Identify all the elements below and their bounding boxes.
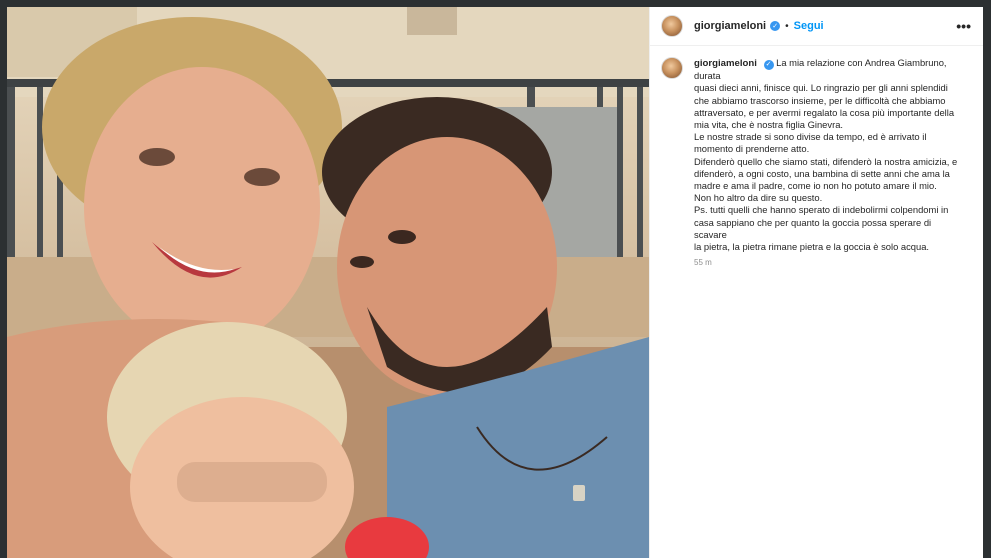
post-header: giorgiameloni ✓ • Segui •••	[650, 7, 983, 46]
caption-line: che abbiamo trascorso insieme, per le di…	[694, 94, 946, 106]
caption-text: giorgiameloni ✓ La mia relazione con And…	[694, 57, 966, 253]
post-timestamp[interactable]: 55 m	[694, 258, 966, 267]
caption-line: madre e ama il padre, come io non ho pot…	[694, 180, 937, 192]
caption-verified-badge-icon: ✓	[763, 59, 774, 70]
caption-line: Difenderò quello che siamo stati, difend…	[694, 155, 958, 167]
post-photo[interactable]	[7, 7, 649, 558]
caption-line: casa sappiano che per quanto la goccia p…	[694, 216, 932, 240]
follow-button[interactable]: Segui	[794, 20, 824, 32]
post-side-panel: giorgiameloni ✓ • Segui ••• giorgiamelon…	[649, 7, 983, 558]
caption-line: Ps. tutti quelli che hanno sperato di in…	[694, 204, 949, 216]
caption-line: momento di prenderne atto.	[694, 143, 810, 155]
caption-line: mia vita, che è nostra figlia Ginevra.	[694, 119, 844, 131]
caption-username[interactable]: giorgiameloni	[694, 58, 757, 69]
post-caption: giorgiameloni ✓ La mia relazione con And…	[650, 46, 983, 267]
caption-line: la pietra, la pietra rimane pietra e la …	[694, 241, 930, 253]
photo-illustration	[7, 7, 649, 558]
verified-badge-icon: ✓	[770, 21, 781, 31]
profile-avatar[interactable]	[661, 15, 683, 37]
caption-line: difenderò, a ogni costo, una bambina di …	[694, 167, 950, 179]
instagram-post: giorgiameloni ✓ • Segui ••• giorgiamelon…	[7, 7, 983, 558]
caption-line: Non ho altro da dire su questo.	[694, 192, 823, 204]
caption-line: Le nostre strade si sono divise da tempo…	[694, 131, 927, 143]
caption-line: attraversato, e per avermi regalato la c…	[694, 106, 955, 118]
more-options-icon[interactable]: •••	[956, 19, 971, 33]
caption-line: quasi dieci anni, finisce qui. Lo ringra…	[694, 82, 948, 94]
header-separator: •	[785, 20, 789, 32]
caption-avatar[interactable]	[661, 57, 683, 79]
header-username[interactable]: giorgiameloni	[694, 20, 766, 32]
caption-body: giorgiameloni ✓ La mia relazione con And…	[694, 57, 966, 267]
